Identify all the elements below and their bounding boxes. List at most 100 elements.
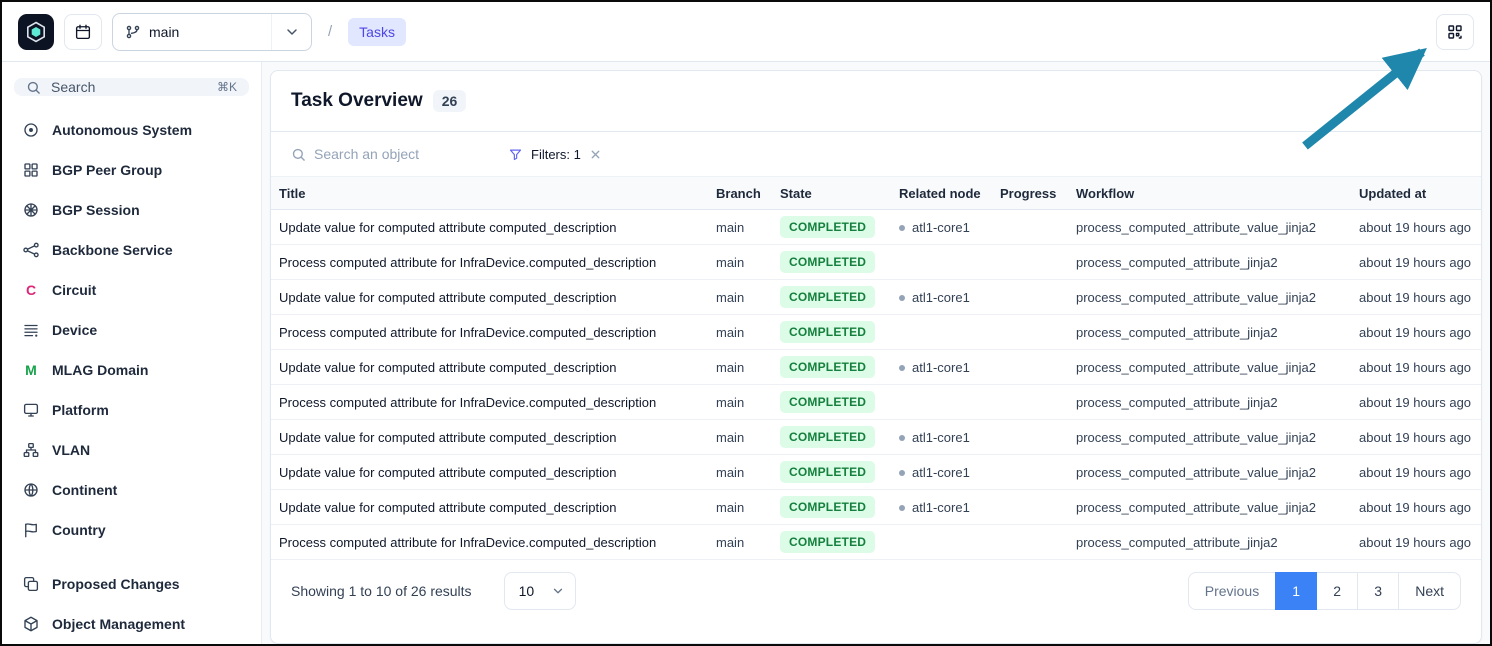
sidebar-search[interactable]: Search ⌘K [14,78,249,96]
main-content: Task Overview 26 Filters: 1 [262,62,1490,644]
cell-progress [992,280,1068,315]
cell-title: Process computed attribute for InfraDevi… [271,385,708,420]
cell-workflow: process_computed_attribute_jinja2 [1068,385,1351,420]
chevron-down-icon [551,584,565,598]
qr-code-button[interactable] [1436,14,1474,50]
cell-state: COMPLETED [772,525,891,560]
cell-branch: main [708,280,772,315]
cell-workflow: process_computed_attribute_value_jinja2 [1068,455,1351,490]
branch-dropdown-toggle[interactable] [271,14,311,50]
related-node-name: atl1-core1 [912,430,970,445]
sidebar-item-device[interactable]: Device [14,310,249,350]
column-header-state: State [772,177,891,210]
sidebar-item-label: VLAN [52,442,90,458]
cell-state: COMPLETED [772,210,891,245]
cell-related-node: atl1-core1 [891,420,992,455]
cell-updated-at: about 19 hours ago [1351,455,1481,490]
sidebar-nav: Autonomous System BGP Peer Group BGP Ses… [14,110,249,550]
table-row[interactable]: Process computed attribute for InfraDevi… [271,525,1481,560]
table-row[interactable]: Update value for computed attribute comp… [271,350,1481,385]
card-header: Task Overview 26 [271,71,1481,132]
page-button-1[interactable]: 1 [1275,572,1317,610]
sidebar-item-label: Continent [52,482,117,498]
calendar-button[interactable] [64,14,102,50]
cell-title: Update value for computed attribute comp… [271,350,708,385]
sidebar-item-backbone-service[interactable]: Backbone Service [14,230,249,270]
target-icon [22,121,40,139]
cell-progress [992,315,1068,350]
table-row[interactable]: Process computed attribute for InfraDevi… [271,385,1481,420]
cell-related-node: atl1-core1 [891,350,992,385]
task-count-badge: 26 [433,90,467,112]
sidebar-item-continent[interactable]: Continent [14,470,249,510]
results-summary: Showing 1 to 10 of 26 results [291,583,472,599]
cell-state: COMPLETED [772,280,891,315]
clear-filters-button[interactable] [589,148,602,161]
sidebar-item-proposed-changes[interactable]: Proposed Changes [14,564,249,604]
hexagon-logo-icon [24,20,48,44]
app-window: main / Tasks Search ⌘K [0,0,1492,646]
cell-updated-at: about 19 hours ago [1351,420,1481,455]
breadcrumb-tasks[interactable]: Tasks [348,18,406,46]
state-badge: COMPLETED [780,216,875,238]
column-header-branch: Branch [708,177,772,210]
cell-title: Process computed attribute for InfraDevi… [271,525,708,560]
sidebar-item-circuit[interactable]: C Circuit [14,270,249,310]
table-row[interactable]: Process computed attribute for InfraDevi… [271,245,1481,280]
sidebar-item-vlan[interactable]: VLAN [14,430,249,470]
letter-c-icon: C [22,282,40,298]
table-row[interactable]: Update value for computed attribute comp… [271,455,1481,490]
cell-workflow: process_computed_attribute_value_jinja2 [1068,350,1351,385]
node-status-dot [899,470,905,476]
page-button-2[interactable]: 2 [1316,572,1358,610]
page-title: Task Overview [291,90,423,112]
copy-icon [22,575,40,593]
sidebar-item-platform[interactable]: Platform [14,390,249,430]
next-page-button[interactable]: Next [1398,572,1461,610]
page-button-3[interactable]: 3 [1357,572,1399,610]
column-header-updated-at: Updated at [1351,177,1481,210]
sidebar-item-object-management[interactable]: Object Management [14,604,249,644]
table-row[interactable]: Update value for computed attribute comp… [271,280,1481,315]
previous-page-button[interactable]: Previous [1188,572,1276,610]
sidebar-item-autonomous-system[interactable]: Autonomous System [14,110,249,150]
branch-name: main [149,24,179,40]
related-node-name: atl1-core1 [912,360,970,375]
sidebar-item-label: Backbone Service [52,242,173,258]
column-header-progress: Progress [992,177,1068,210]
table-row[interactable]: Process computed attribute for InfraDevi… [271,315,1481,350]
cube-icon [22,615,40,633]
sidebar: Search ⌘K Autonomous System BGP Peer Gro… [2,62,262,644]
cell-branch: main [708,490,772,525]
table-row[interactable]: Update value for computed attribute comp… [271,490,1481,525]
related-node-name: atl1-core1 [912,500,970,515]
filters-chip[interactable]: Filters: 1 [508,147,602,162]
flag-icon [22,521,40,539]
state-badge: COMPLETED [780,391,875,413]
sidebar-item-country[interactable]: Country [14,510,249,550]
object-search-input[interactable] [314,146,484,162]
sidebar-item-label: Autonomous System [52,122,192,138]
sidebar-item-bgp-session[interactable]: BGP Session [14,190,249,230]
table-row[interactable]: Update value for computed attribute comp… [271,420,1481,455]
sidebar-item-label: Device [52,322,97,338]
state-badge: COMPLETED [780,496,875,518]
cell-progress [992,245,1068,280]
close-icon [589,148,602,161]
cell-updated-at: about 19 hours ago [1351,525,1481,560]
letter-m-icon: M [22,362,40,378]
cell-related-node: atl1-core1 [891,490,992,525]
cell-state: COMPLETED [772,245,891,280]
branch-selector[interactable]: main [112,13,312,51]
cell-title: Update value for computed attribute comp… [271,210,708,245]
sidebar-item-mlag-domain[interactable]: M MLAG Domain [14,350,249,390]
page-size-select[interactable]: 10 [504,572,576,610]
breadcrumb-separator: / [328,23,332,40]
cell-updated-at: about 19 hours ago [1351,315,1481,350]
cell-related-node: atl1-core1 [891,210,992,245]
infrahub-logo[interactable] [18,14,54,50]
table-row[interactable]: Update value for computed attribute comp… [271,210,1481,245]
cell-branch: main [708,420,772,455]
cell-updated-at: about 19 hours ago [1351,280,1481,315]
sidebar-item-bgp-peer-group[interactable]: BGP Peer Group [14,150,249,190]
